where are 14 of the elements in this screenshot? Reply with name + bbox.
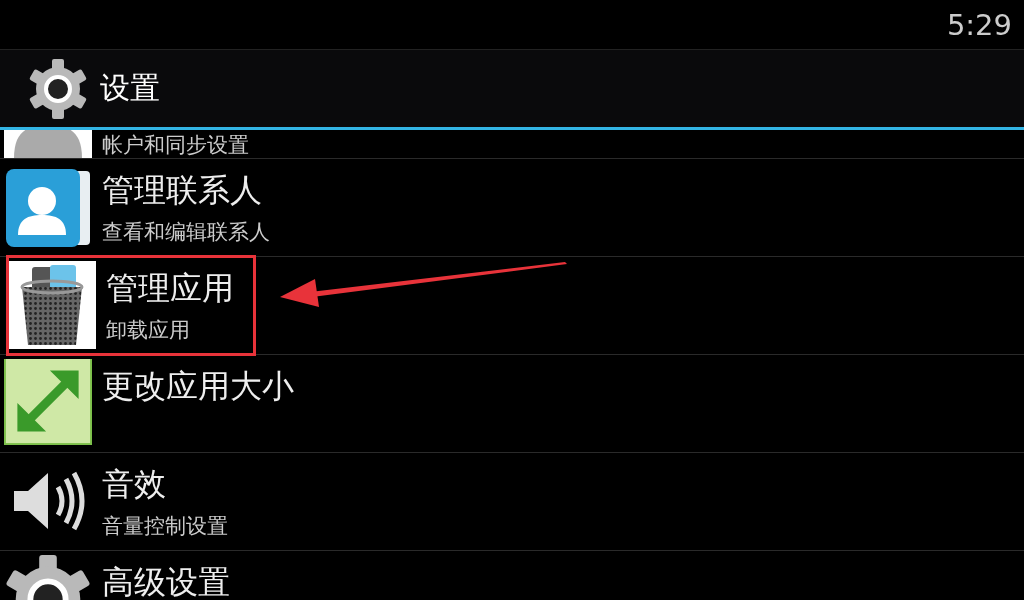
setting-summary: 卸载应用 — [106, 317, 191, 343]
setting-title[interactable]: 更改应用大小 — [102, 365, 294, 409]
clock-time: 5:29 — [946, 7, 1012, 42]
setting-title[interactable]: 管理联系人 — [102, 169, 270, 213]
setting-title[interactable]: 管理应用 — [106, 267, 234, 311]
settings-icon — [28, 58, 88, 119]
setting-title[interactable]: 高级设置 — [102, 561, 230, 600]
setting-summary: 查看和编辑联系人 — [102, 219, 270, 245]
trash-bin-icon — [8, 261, 96, 349]
resize-arrow-icon — [4, 359, 92, 447]
setting-title[interactable]: 音效 — [102, 463, 228, 507]
setting-summary: 帐户和同步设置 — [102, 132, 249, 158]
setting-summary: 音量控制设置 — [102, 513, 228, 539]
app-title: 设置 — [100, 69, 160, 107]
